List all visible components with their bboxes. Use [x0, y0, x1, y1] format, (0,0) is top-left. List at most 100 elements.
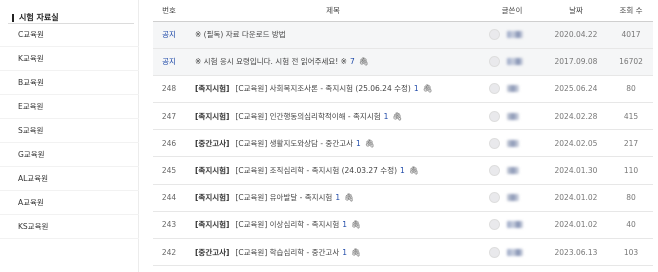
row-author[interactable]	[481, 48, 543, 76]
sidebar-item-al[interactable]: AL교육원	[0, 167, 139, 191]
row-date: 2024.02.05	[543, 129, 609, 158]
row-author[interactable]	[481, 156, 543, 185]
header-views: 조회 수	[609, 0, 653, 22]
author-name-blurred	[507, 248, 523, 256]
table-row[interactable]: 246 [중간고사] [C교육원] 생활지도와상담 - 중간고사 1 🖇 2024.0…	[153, 129, 653, 158]
post-title-link[interactable]: ※ 시험 응시 요령입니다. 시험 전 읽어주세요! ※	[195, 57, 347, 66]
avatar	[489, 137, 500, 149]
author-name-blurred	[507, 194, 519, 202]
paperclip-icon: 🖇	[364, 138, 375, 148]
sidebar-item-s[interactable]: S교육원	[0, 119, 139, 143]
category-tag: [족지시험]	[195, 193, 230, 203]
row-title-cell[interactable]: [족지시험] [C교육원] 사회복지조사론 - 족지시험 (25.06.24 수정…	[185, 75, 481, 104]
row-title-cell[interactable]: [족지시험] [C교육원] 인간행동의심리학적이해 - 족지시험 1 🖇	[185, 102, 481, 131]
sidebar-item-k[interactable]: K교육원	[0, 47, 139, 71]
row-num: 공지	[153, 48, 185, 76]
sidebar-title: 시험 자료실	[12, 12, 59, 23]
row-author[interactable]	[481, 211, 543, 240]
row-num: 246	[153, 129, 185, 158]
row-views: 415	[609, 102, 653, 131]
sidebar: 시험 자료실 C교육원 K교육원 B교육원 E교육원 S교육원 G교육원 AL교…	[0, 0, 139, 272]
row-views: 103	[609, 238, 653, 267]
avatar	[489, 110, 500, 122]
row-title-cell[interactable]: ※ (필독) 자료 다운로드 방법	[185, 21, 481, 49]
header-author: 글쓴이	[481, 0, 543, 22]
avatar	[489, 246, 500, 258]
post-title-link[interactable]: [C교육원] 조직심리학 - 족지시험 (24.03.27 수정)	[235, 166, 397, 175]
paperclip-icon: 🖇	[408, 166, 419, 176]
row-views: 16702	[609, 48, 653, 76]
avatar	[489, 192, 500, 204]
comment-count[interactable]: 1	[342, 248, 347, 257]
sidebar-item-b[interactable]: B교육원	[0, 71, 139, 95]
header-title: 제목	[185, 0, 481, 22]
row-date: 2024.01.02	[543, 211, 609, 240]
sidebar-item-g[interactable]: G교육원	[0, 143, 139, 167]
sidebar-item-e[interactable]: E교육원	[0, 95, 139, 119]
row-author[interactable]	[481, 184, 543, 212]
row-author[interactable]	[481, 129, 543, 158]
row-author[interactable]	[481, 102, 543, 131]
row-title-cell[interactable]: [중간고사] [C교육원] 학습심리학 - 중간고사 1 🖇	[185, 238, 481, 267]
row-num: 243	[153, 211, 185, 240]
post-title-link[interactable]: ※ (필독) 자료 다운로드 방법	[195, 30, 286, 39]
row-title-cell[interactable]: [족지시험] [C교육원] 이상심리학 - 족지시험 1 🖇	[185, 211, 481, 240]
row-num: 245	[153, 156, 185, 185]
row-author[interactable]	[481, 75, 543, 104]
comment-count[interactable]: 1	[384, 112, 389, 121]
sidebar-item-c[interactable]: C교육원	[0, 23, 139, 47]
notice-row[interactable]: 공지 ※ 시험 응시 요령입니다. 시험 전 읽어주세요! ※ 7 🖇 2017.0…	[153, 48, 653, 76]
paperclip-icon: 🖇	[422, 84, 433, 94]
row-title-cell[interactable]: [중간고사] [C교육원] 생활지도와상담 - 중간고사 1 🖇	[185, 129, 481, 158]
table-row[interactable]: 248 [족지시험] [C교육원] 사회복지조사론 - 족지시험 (25.06.2…	[153, 75, 653, 104]
post-title-link[interactable]: [C교육원] 생활지도와상담 - 중간고사	[235, 139, 353, 148]
comment-count[interactable]: 1	[335, 193, 340, 202]
row-date: 2025.06.24	[543, 75, 609, 104]
sidebar-list: C교육원 K교육원 B교육원 E교육원 S교육원 G교육원 AL교육원 A교육원…	[0, 23, 139, 239]
comment-count[interactable]: 7	[350, 57, 355, 66]
post-title-link[interactable]: [C교육원] 인간행동의심리학적이해 - 족지시험	[235, 112, 380, 121]
author-name-blurred	[507, 221, 523, 229]
title-bar-marker	[12, 13, 14, 22]
author-name-blurred	[507, 58, 523, 66]
board: 번호 제목 글쓴이 날짜 조회 수 공지 ※ (필독) 자료 다운로드 방법 2…	[153, 0, 653, 267]
row-author[interactable]	[481, 21, 543, 49]
post-title-link[interactable]: [C교육원] 학습심리학 - 중간고사	[235, 248, 339, 257]
notice-row[interactable]: 공지 ※ (필독) 자료 다운로드 방법 2020.04.22 4017	[153, 21, 653, 49]
table-row[interactable]: 245 [족지시험] [C교육원] 조직심리학 - 족지시험 (24.03.27 …	[153, 156, 653, 185]
author-name-blurred	[507, 139, 519, 147]
comment-count[interactable]: 1	[342, 220, 347, 229]
avatar	[489, 219, 500, 231]
table-row[interactable]: 244 [족지시험] [C교육원] 유아발달 - 족지시험 1 🖇 2024.01.0…	[153, 184, 653, 212]
post-title-link[interactable]: [C교육원] 사회복지조사론 - 족지시험 (25.06.24 수정)	[235, 84, 410, 93]
comment-count[interactable]: 1	[400, 166, 405, 175]
avatar	[489, 83, 500, 95]
paperclip-icon: 🖇	[351, 220, 362, 230]
paperclip-icon: 🖇	[344, 193, 355, 203]
row-views: 80	[609, 184, 653, 212]
table-row[interactable]: 242 [중간고사] [C교육원] 학습심리학 - 중간고사 1 🖇 2023.06.…	[153, 238, 653, 267]
row-num: 247	[153, 102, 185, 131]
post-title-link[interactable]: [C교육원] 유아발달 - 족지시험	[235, 193, 332, 202]
row-title-cell[interactable]: [족지시험] [C교육원] 유아발달 - 족지시험 1 🖇	[185, 184, 481, 212]
table-row[interactable]: 243 [족지시험] [C교육원] 이상심리학 - 족지시험 1 🖇 2024.01.…	[153, 211, 653, 240]
row-views: 110	[609, 156, 653, 185]
avatar	[489, 56, 500, 68]
avatar	[489, 165, 500, 177]
category-tag: [족지시험]	[195, 166, 230, 176]
paperclip-icon: 🖇	[351, 247, 362, 257]
table-row[interactable]: 247 [족지시험] [C교육원] 인간행동의심리학적이해 - 족지시험 1 🖇 20…	[153, 102, 653, 131]
row-title-cell[interactable]: ※ 시험 응시 요령입니다. 시험 전 읽어주세요! ※ 7 🖇	[185, 48, 481, 76]
comment-count[interactable]: 1	[414, 84, 419, 93]
row-views: 217	[609, 129, 653, 158]
row-views: 80	[609, 75, 653, 104]
category-tag: [족지시험]	[195, 84, 230, 94]
row-title-cell[interactable]: [족지시험] [C교육원] 조직심리학 - 족지시험 (24.03.27 수정) 1…	[185, 156, 481, 185]
author-name-blurred	[507, 112, 519, 120]
comment-count[interactable]: 1	[356, 139, 361, 148]
row-date: 2024.02.28	[543, 102, 609, 131]
sidebar-item-ks[interactable]: KS교육원	[0, 215, 139, 239]
post-title-link[interactable]: [C교육원] 이상심리학 - 족지시험	[235, 220, 339, 229]
row-author[interactable]	[481, 238, 543, 267]
sidebar-item-a[interactable]: A교육원	[0, 191, 139, 215]
